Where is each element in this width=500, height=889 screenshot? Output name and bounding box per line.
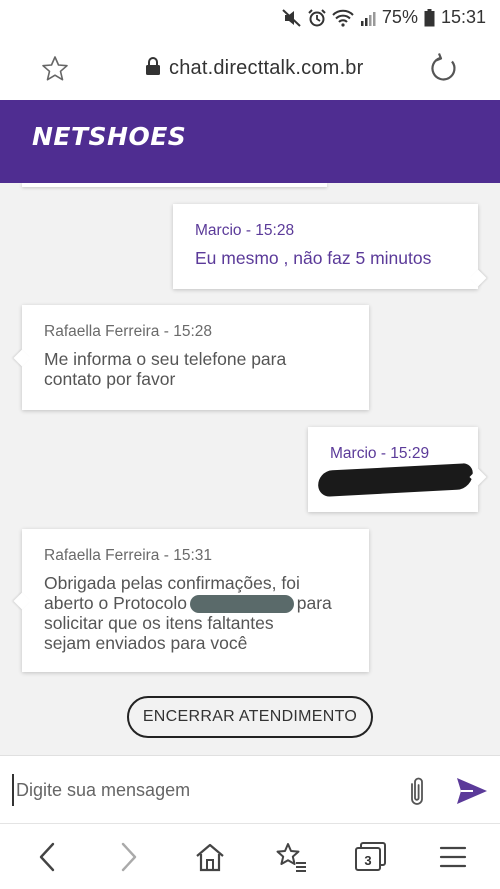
chat-header: NETSHOES [0,100,500,183]
redacted-protocol [189,595,294,614]
message-time: 15:28 [255,222,295,239]
alarm-icon [308,8,326,27]
brand-logo: NETSHOES [32,122,187,151]
forward-arrow-icon[interactable] [112,840,146,874]
message-line: Obrigada pelas confirmações, foi [44,573,300,593]
browser-bottom-nav: 3 [0,823,500,889]
battery-percent: 75% [381,7,418,27]
battery-icon [424,8,435,27]
message-bubble: Rafaella Ferreira - 15:28 Me informa o s… [22,305,369,410]
chat-transcript[interactable]: Marcio - 15:28 Eu mesmo , não faz 5 minu… [0,183,500,755]
bookmarks-icon[interactable] [274,840,308,874]
message-author: Marcio [195,222,242,239]
back-arrow-icon[interactable] [30,840,64,874]
home-icon[interactable] [193,840,227,874]
send-icon[interactable] [455,776,489,806]
message-author: Marcio [330,445,377,462]
end-chat-button[interactable]: ENCERRAR ATENDIMENTO [127,696,373,738]
message-time: 15:31 [173,547,213,564]
redacted-phone [317,462,474,498]
menu-icon[interactable] [436,840,470,874]
message-meta: Marcio - 15:28 [195,222,295,239]
message-bubble: Marcio - 15:28 Eu mesmo , não faz 5 minu… [173,204,478,289]
message-composer [0,755,500,823]
tabs-icon[interactable]: 3 [354,840,388,874]
reload-icon[interactable] [428,52,460,84]
wifi-icon [332,9,354,27]
message-meta: Rafaella Ferreira - 15:28 [44,323,213,340]
message-fragment: para [296,593,332,613]
signal-icon [360,10,376,26]
message-bubble: Rafaella Ferreira - 15:31 Obrigada pelas… [22,529,369,672]
bookmark-star-icon[interactable] [40,54,70,84]
previous-message-edge [22,183,327,187]
tabs-count: 3 [364,852,372,868]
url-text: chat.directtalk.com.br [169,56,364,79]
status-indicators: 75% 15:31 [282,7,486,28]
status-bar: 75% 15:31 [0,0,500,36]
message-input[interactable] [12,774,382,806]
message-fragment: aberto o Protocolo [44,593,188,613]
message-meta: Marcio - 15:29 [330,445,430,462]
mute-icon [282,8,302,27]
message-author: Rafaella Ferreira [44,547,160,564]
message-line: Me informa o seu telefone para [44,349,287,369]
message-text: Eu mesmo , não faz 5 minutos [195,248,432,268]
message-line: solicitar que os itens faltantes [44,613,274,634]
message-text: Obrigada pelas confirmações, foi aberto … [44,573,347,653]
browser-url-bar: chat.directtalk.com.br [0,36,500,100]
lock-icon [145,56,161,81]
message-line: contato por favor [44,369,176,389]
message-time: 15:28 [173,323,213,340]
address-field[interactable]: chat.directtalk.com.br [145,54,363,82]
clock: 15:31 [440,7,486,27]
message-bubble: Marcio - 15:29 [308,427,478,512]
message-text: Me informa o seu telefone para contato p… [44,349,347,389]
message-meta: Rafaella Ferreira - 15:31 [44,547,213,564]
message-line: sejam enviados para você [44,633,248,654]
paperclip-icon[interactable] [403,774,431,808]
message-time: 15:29 [390,445,430,462]
message-author: Rafaella Ferreira [44,323,160,340]
message-line: aberto o Protocolo para [44,593,347,614]
